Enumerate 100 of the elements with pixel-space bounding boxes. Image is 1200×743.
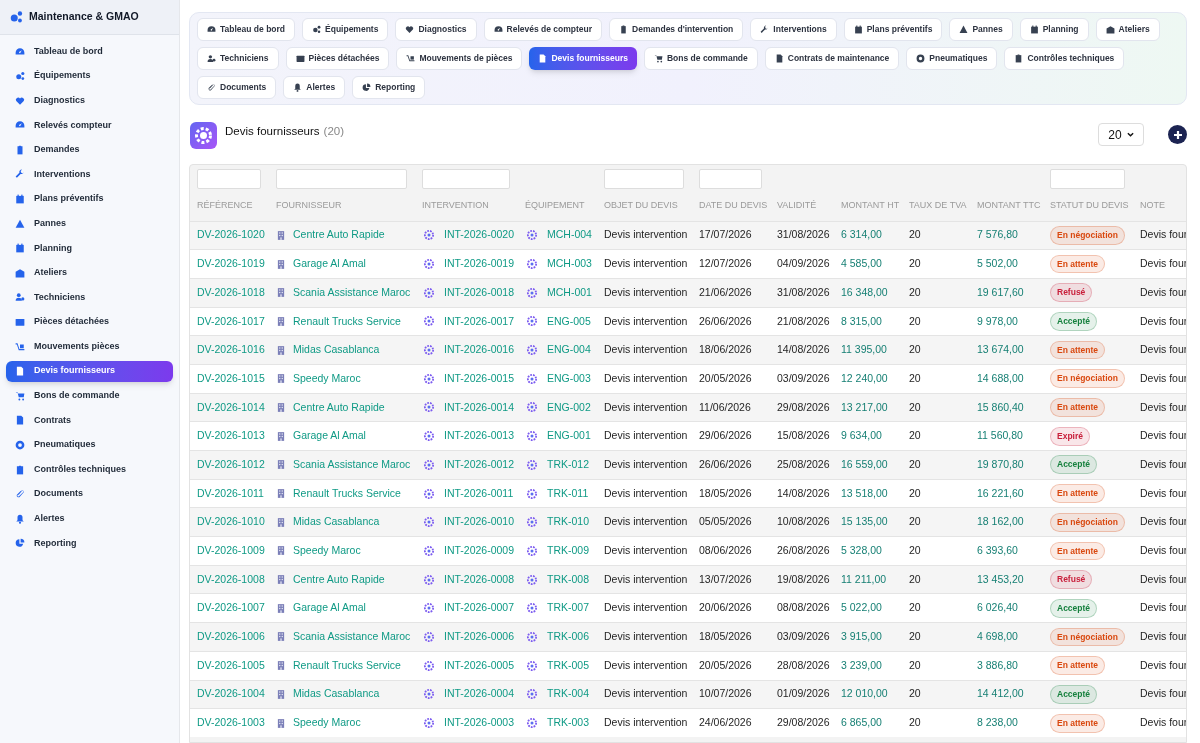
equipment-link[interactable]: TRK-004: [547, 686, 589, 703]
sidebar-item[interactable]: Documents: [6, 483, 173, 505]
equipment-link[interactable]: TRK-012: [547, 456, 589, 473]
tab[interactable]: Tableau de bord: [197, 18, 296, 41]
sidebar-item[interactable]: Reporting: [6, 532, 173, 554]
tab[interactable]: Devis fournisseurs: [529, 47, 637, 70]
sidebar-item[interactable]: Tableau de bord: [6, 41, 173, 62]
tab[interactable]: Pannes: [949, 18, 1013, 41]
sidebar-item[interactable]: Diagnostics: [6, 90, 173, 112]
sidebar-item[interactable]: Ateliers: [6, 262, 173, 284]
equipment-link[interactable]: MCH-003: [547, 256, 592, 272]
sidebar-item[interactable]: Alertes: [6, 508, 173, 530]
supplier-link[interactable]: Scania Assistance Maroc: [293, 456, 411, 473]
filter-field[interactable]: [197, 168, 261, 189]
intervention-link[interactable]: INT-2026-0009: [444, 543, 515, 559]
equipment-link[interactable]: TRK-006: [547, 629, 589, 645]
tab[interactable]: Équipements: [302, 18, 389, 41]
tab[interactable]: Alertes: [283, 76, 346, 99]
reference-link[interactable]: DV-2026-1005: [197, 658, 265, 671]
reference-link[interactable]: DV-2026-1003: [197, 716, 265, 729]
supplier-link[interactable]: Centre Auto Rapide: [293, 399, 385, 416]
supplier-link[interactable]: Garage Al Amal: [293, 428, 366, 445]
reference-link[interactable]: DV-2026-1010: [197, 515, 265, 528]
reference-link[interactable]: DV-2026-1006: [197, 630, 265, 643]
tab[interactable]: Reporting: [352, 76, 426, 99]
sidebar-item[interactable]: Planning: [6, 237, 173, 259]
reference-link[interactable]: DV-2026-1016: [197, 343, 265, 356]
supplier-link[interactable]: Renault Trucks Service: [293, 657, 401, 674]
sidebar-item[interactable]: Techniciens: [6, 286, 173, 308]
sidebar-item[interactable]: Relevés compteur: [6, 114, 173, 136]
intervention-link[interactable]: INT-2026-0005: [444, 657, 515, 674]
reference-link[interactable]: DV-2026-1018: [197, 285, 265, 298]
intervention-link[interactable]: INT-2026-0016: [444, 342, 515, 358]
supplier-link[interactable]: Speedy Maroc: [293, 370, 361, 387]
reference-link[interactable]: DV-2026-1015: [197, 371, 265, 384]
equipment-link[interactable]: TRK-008: [547, 571, 589, 588]
tab[interactable]: Plans préventifs: [843, 18, 943, 41]
tab[interactable]: Ateliers: [1095, 18, 1160, 41]
tab[interactable]: Demandes d'intervention: [609, 18, 744, 41]
tab[interactable]: Interventions: [750, 18, 837, 41]
tab[interactable]: Documents: [197, 76, 277, 99]
equipment-link[interactable]: TRK-009: [547, 543, 589, 559]
supplier-link[interactable]: Midas Casablanca: [293, 686, 380, 703]
reference-link[interactable]: DV-2026-1009: [197, 544, 265, 557]
equipment-link[interactable]: TRK-005: [547, 657, 589, 674]
intervention-link[interactable]: INT-2026-0011: [444, 485, 514, 502]
equipment-link[interactable]: MCH-004: [547, 227, 592, 244]
tab[interactable]: Mouvements de pièces: [396, 47, 523, 70]
reference-link[interactable]: DV-2026-1012: [197, 457, 265, 470]
reference-link[interactable]: DV-2026-1007: [197, 601, 265, 614]
intervention-link[interactable]: INT-2026-0003: [444, 715, 515, 732]
supplier-link[interactable]: Renault Trucks Service: [293, 313, 401, 330]
page-size-select[interactable]: 20: [1098, 123, 1144, 146]
sidebar-item[interactable]: Équipements: [6, 65, 173, 87]
filter-field[interactable]: [604, 168, 684, 189]
equipment-link[interactable]: ENG-003: [547, 370, 591, 387]
supplier-link[interactable]: Midas Casablanca: [293, 342, 380, 358]
sidebar-item[interactable]: Bons de commande: [6, 385, 173, 407]
tab[interactable]: Planning: [1019, 18, 1089, 41]
filter-field[interactable]: [422, 168, 510, 189]
supplier-link[interactable]: Garage Al Amal: [293, 256, 366, 272]
equipment-link[interactable]: TRK-003: [547, 715, 589, 732]
equipment-link[interactable]: TRK-011: [547, 485, 589, 502]
supplier-link[interactable]: Speedy Maroc: [293, 543, 361, 559]
sidebar-item[interactable]: Pneumatiques: [6, 434, 173, 456]
filter-field[interactable]: [276, 168, 407, 189]
reference-link[interactable]: DV-2026-1014: [197, 400, 265, 413]
intervention-link[interactable]: INT-2026-0020: [444, 227, 515, 244]
equipment-link[interactable]: ENG-004: [547, 342, 591, 358]
sidebar-item[interactable]: Mouvements pièces: [6, 336, 173, 358]
tab[interactable]: Relevés de compteur: [483, 18, 603, 41]
intervention-link[interactable]: INT-2026-0012: [444, 456, 515, 473]
sidebar-item[interactable]: Plans préventifs: [6, 188, 173, 210]
supplier-link[interactable]: Renault Trucks Service: [293, 485, 401, 502]
tab[interactable]: Bons de commande: [644, 47, 758, 70]
reference-link[interactable]: DV-2026-1004: [197, 687, 265, 700]
filter-field[interactable]: [1050, 168, 1125, 189]
equipment-link[interactable]: ENG-001: [547, 428, 591, 445]
intervention-link[interactable]: INT-2026-0015: [444, 370, 515, 387]
sidebar-item[interactable]: Contrats: [6, 409, 173, 431]
supplier-link[interactable]: Speedy Maroc: [293, 715, 361, 732]
reference-link[interactable]: DV-2026-1008: [197, 572, 265, 585]
intervention-link[interactable]: INT-2026-0014: [444, 399, 515, 416]
equipment-link[interactable]: TRK-010: [547, 514, 589, 531]
tab[interactable]: Diagnostics: [395, 18, 477, 41]
tab[interactable]: Contrats de maintenance: [764, 47, 900, 70]
intervention-link[interactable]: INT-2026-0008: [444, 571, 515, 588]
equipment-link[interactable]: TRK-007: [547, 600, 589, 617]
intervention-link[interactable]: INT-2026-0019: [444, 256, 515, 272]
equipment-link[interactable]: ENG-005: [547, 313, 591, 330]
intervention-link[interactable]: INT-2026-0006: [444, 629, 515, 645]
intervention-link[interactable]: INT-2026-0007: [444, 600, 515, 617]
reference-link[interactable]: DV-2026-1011: [197, 486, 264, 499]
equipment-link[interactable]: ENG-002: [547, 399, 591, 416]
sidebar-item[interactable]: Contrôles techniques: [6, 459, 173, 481]
equipment-link[interactable]: MCH-001: [547, 284, 592, 301]
reference-link[interactable]: DV-2026-1019: [197, 257, 265, 270]
intervention-link[interactable]: INT-2026-0004: [444, 686, 515, 703]
supplier-link[interactable]: Garage Al Amal: [293, 600, 366, 617]
sidebar-item[interactable]: Demandes: [6, 139, 173, 161]
